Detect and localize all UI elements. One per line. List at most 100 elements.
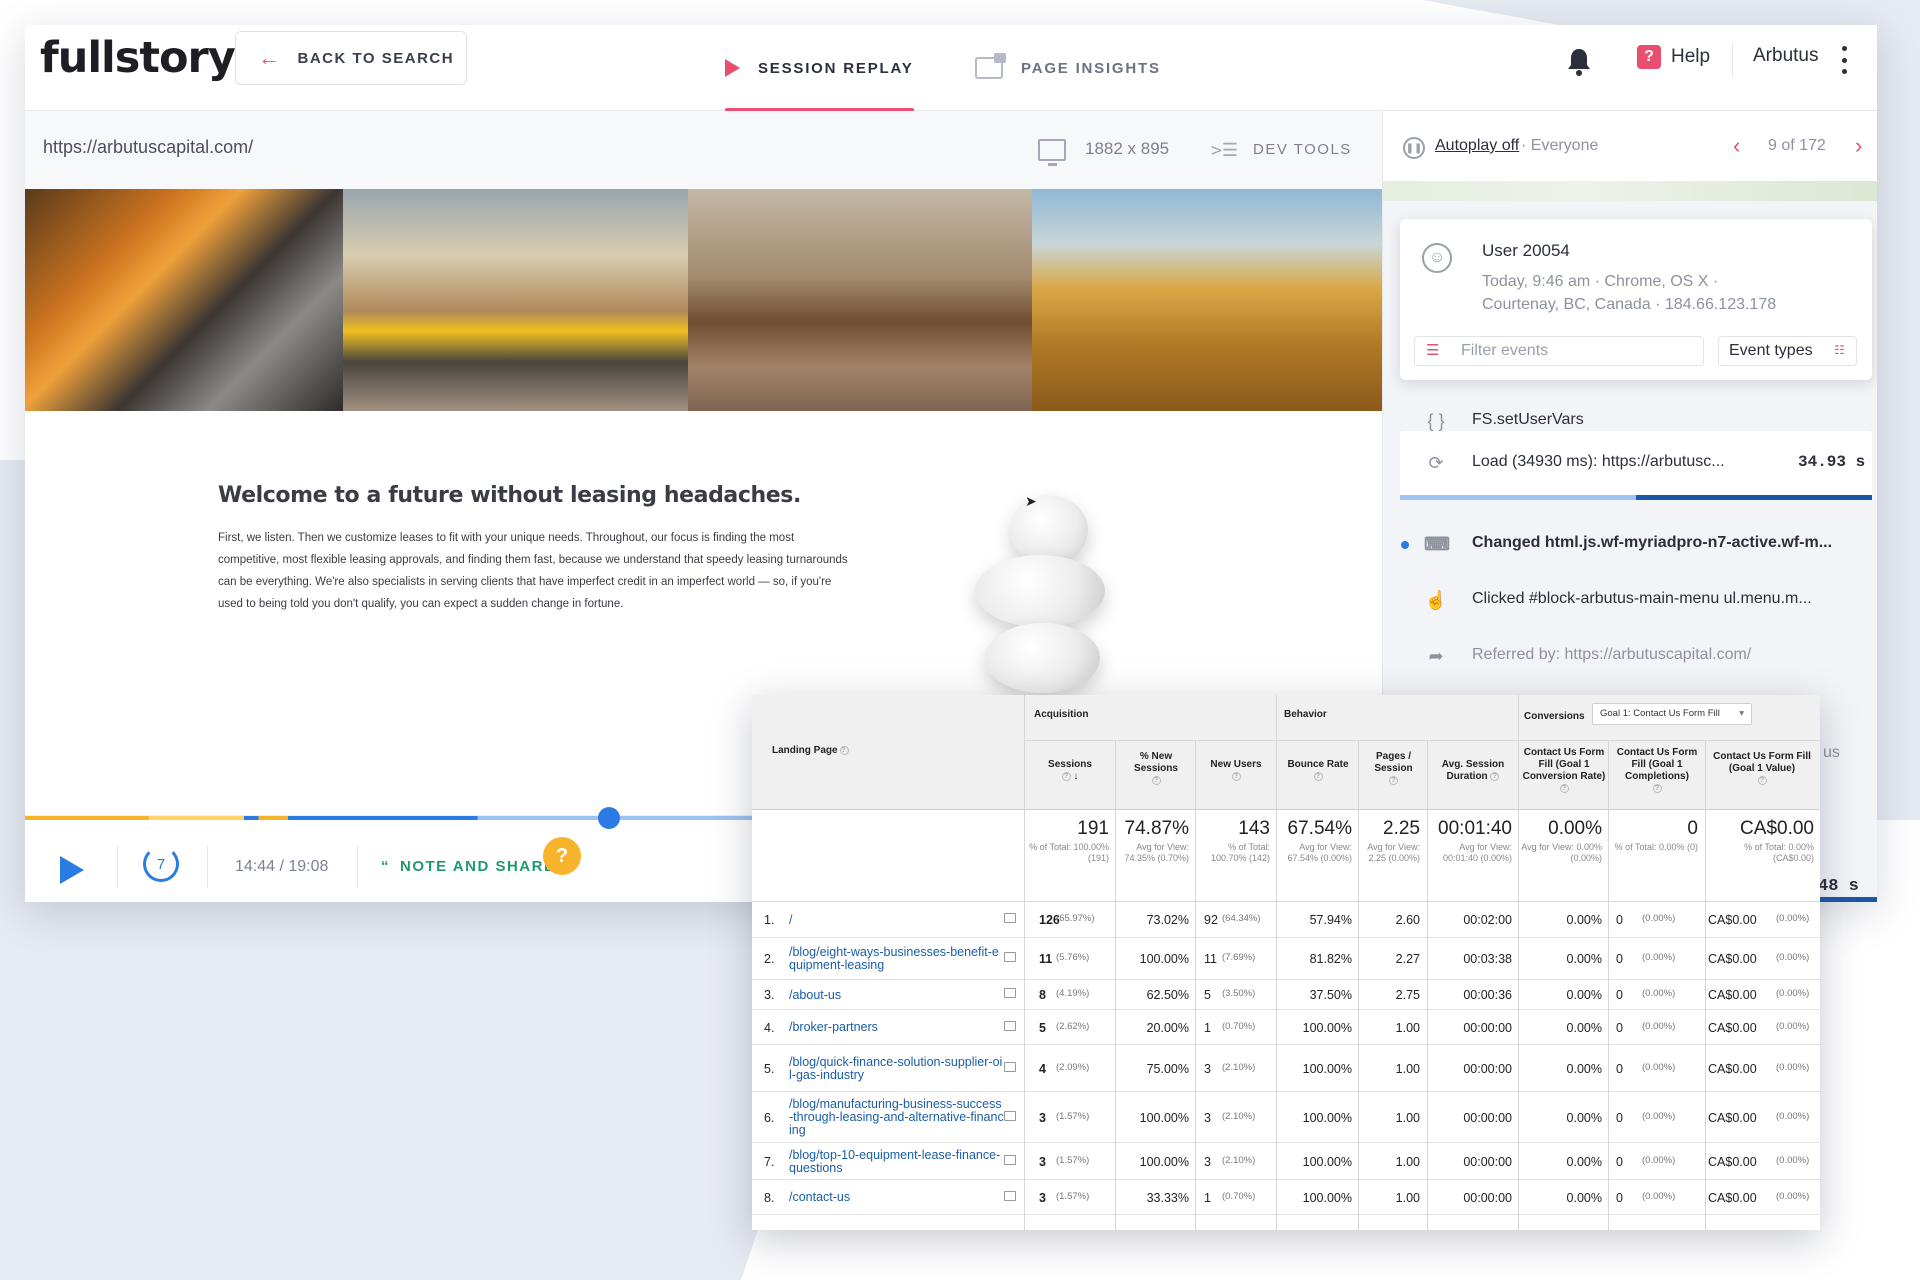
divider (117, 846, 118, 888)
goal-value: CA$0.00 (1708, 1190, 1757, 1205)
session-timeline[interactable] (25, 816, 755, 820)
more-options-icon[interactable] (1840, 46, 1848, 74)
session-details: Today, 9:46 am · Chrome, OS X · (1482, 273, 1719, 290)
pages-session-value: 2.60 (1395, 913, 1420, 927)
table-row[interactable]: 3. /about-us 8 (4.19%) 62.50% 5 (3.50%) 37.50% 2… (752, 980, 1820, 1010)
new-users-value: 3 (1204, 1110, 1211, 1125)
sessions-value: 3 (1039, 1110, 1046, 1125)
bounce-rate-value: 100.00% (1302, 1020, 1352, 1035)
landing-page-link[interactable]: /about-us (789, 988, 1004, 1002)
dev-tools-icon[interactable]: >☰ (1211, 140, 1238, 161)
column-divider (1358, 810, 1359, 1230)
timeline-scrubber[interactable] (598, 807, 620, 829)
rewind-7s-button[interactable]: 7 (143, 846, 179, 882)
audience-label: · Everyone (1521, 137, 1599, 154)
new-users-value: 1 (1204, 1190, 1211, 1205)
open-page-icon[interactable] (1004, 1190, 1016, 1201)
table-row[interactable]: 5. /blog/quick-finance-solution-supplier-… (752, 1045, 1820, 1092)
quote-icon: “ (381, 858, 390, 875)
col-pages-session[interactable]: Pages / Session? (1361, 751, 1426, 787)
help-bubble-button[interactable]: ? (543, 837, 581, 875)
new-users-value: 92 (1204, 913, 1218, 927)
pause-icon[interactable]: ❚❚ (1403, 137, 1425, 159)
col-landing-page[interactable]: Landing Page ? (772, 745, 850, 757)
table-row[interactable]: 7. /blog/top-10-equipment-lease-finance-q… (752, 1143, 1820, 1180)
col-sessions[interactable]: Sessions? ↓ (1029, 759, 1111, 783)
goal-value: CA$0.00 (1708, 1061, 1757, 1076)
total-value: 00:01:40 Avg for View: 00:01:40 (0.00%) (1438, 818, 1512, 863)
col-conversion-rate[interactable]: Contact Us Form Fill (Goal 1 Conversion … (1522, 747, 1606, 795)
total-value: 67.54% Avg for View: 67.54% (0.00%) (1287, 818, 1352, 863)
total-value: 74.87% Avg for View: 74.35% (0.70%) (1124, 818, 1189, 863)
landing-page-link[interactable]: /contact-us (789, 1191, 1004, 1204)
completions-percent: (0.00%) (1642, 988, 1676, 999)
filter-events-input[interactable]: Filter events (1414, 336, 1704, 366)
landing-page-link[interactable]: /blog/eight-ways-businesses-benefit-equi… (789, 946, 1004, 972)
landing-page-link[interactable]: /blog/top-10-equipment-lease-finance-que… (789, 1148, 1004, 1175)
user-avatar-icon: ☺ (1422, 243, 1452, 273)
tab-session-replay[interactable]: SESSION REPLAY (725, 25, 914, 112)
tab-page-insights[interactable]: PAGE INSIGHTS (975, 25, 1161, 111)
event-text-partial: us (1823, 744, 1840, 761)
back-to-search-button[interactable]: ← BACK TO SEARCH (235, 31, 467, 85)
landing-page-link[interactable]: /blog/quick-finance-solution-supplier-oi… (789, 1055, 1004, 1082)
total-value: CA$0.00% of Total: 0.00% (CA$0.00) (1740, 818, 1814, 863)
col-goal-value[interactable]: Contact Us Form Fill (Goal 1 Value)? (1708, 751, 1816, 787)
fullstory-logo[interactable]: fullstory (40, 33, 236, 83)
user-name[interactable]: User 20054 (1482, 241, 1570, 261)
total-value: 0% of Total: 0.00% (0) (1614, 818, 1698, 852)
conversion-rate-value: 0.00% (1566, 1110, 1602, 1125)
row-rank: 4. (764, 1020, 775, 1035)
col-new-users[interactable]: New Users? (1198, 759, 1274, 783)
col-bounce-rate[interactable]: Bounce Rate? (1279, 759, 1357, 783)
sessions-value: 5 (1039, 1020, 1046, 1035)
new-sessions-value: 33.33% (1146, 1190, 1189, 1205)
pills-image (950, 495, 1120, 715)
open-page-icon[interactable] (1004, 988, 1016, 998)
goal-select-dropdown[interactable]: Goal 1: Contact Us Form Fill ▾ (1592, 703, 1752, 725)
row-rank: 5. (764, 1061, 775, 1076)
monitor-icon (1038, 139, 1066, 166)
open-page-icon[interactable] (1004, 1110, 1016, 1121)
landing-page-link[interactable]: /blog/manufacturing-business-success-thr… (789, 1098, 1004, 1137)
landing-page-link[interactable]: / (789, 913, 1004, 927)
note-and-share-button[interactable]: “ NOTE AND SHARE (381, 858, 555, 875)
dev-tools-button[interactable]: DEV TOOLS (1253, 141, 1352, 158)
open-page-icon[interactable] (1004, 1154, 1016, 1165)
conversion-rate-value: 0.00% (1566, 1020, 1602, 1035)
table-row[interactable]: 1./126 (65.97%) 73.02% 92 (64.34%) 57.94% 2.60… (752, 902, 1820, 938)
hero-image-strip (25, 189, 1382, 411)
sessions-percent: (65.97%) (1056, 913, 1095, 924)
table-row[interactable]: 4. /broker-partners 5 (2.62%) 20.00% 1 (0.70%)… (752, 1010, 1820, 1045)
table-row[interactable]: 2. /blog/eight-ways-businesses-benefit-eq… (752, 938, 1820, 980)
previous-session-icon[interactable]: ‹ (1733, 133, 1740, 159)
page-body-text: First, we listen. Then we customize leas… (218, 532, 848, 610)
page-insights-icon (975, 53, 1006, 79)
session-url: https://arbutuscapital.com/ (43, 137, 254, 157)
report-totals-row: 191% of Total: 100.00% (191) 74.87% Avg fo… (752, 810, 1820, 902)
report-table-header: Landing Page ? Acquisition Behavior Conv… (752, 695, 1820, 810)
completions-value: 0 (1616, 1061, 1623, 1076)
play-button[interactable] (60, 856, 84, 884)
col-avg-session-duration[interactable]: Avg. Session Duration ? (1430, 759, 1516, 783)
open-page-icon[interactable] (1004, 952, 1016, 962)
col-new-sessions[interactable]: % New Sessions? (1118, 751, 1194, 787)
pages-session-value: 1.00 (1395, 1020, 1420, 1035)
event-text: FS.setUserVars (1472, 411, 1584, 428)
autoplay-toggle[interactable]: Autoplay off (1435, 137, 1519, 155)
table-row[interactable]: 6. /blog/manufacturing-business-success-t… (752, 1092, 1820, 1143)
open-page-icon[interactable] (1004, 913, 1016, 923)
col-completions[interactable]: Contact Us Form Fill (Goal 1 Completions… (1611, 747, 1703, 795)
click-hand-icon: ☝ (1424, 590, 1448, 610)
table-row[interactable]: 8. /contact-us 3 (1.57%) 33.33% 1 (0.70%) 100.0… (752, 1180, 1820, 1215)
open-page-icon[interactable] (1004, 1020, 1016, 1031)
landing-page-link[interactable]: /broker-partners (789, 1021, 1004, 1034)
pages-session-value: 1.00 (1395, 1190, 1420, 1205)
help-button[interactable]: ? Help (1637, 45, 1710, 69)
tab-label: SESSION REPLAY (758, 59, 914, 77)
goal-value-percent: (0.00%) (1776, 1190, 1810, 1202)
account-name[interactable]: Arbutus (1753, 45, 1818, 67)
open-page-icon[interactable] (1004, 1061, 1016, 1072)
bell-icon[interactable] (1567, 47, 1591, 77)
next-session-icon[interactable]: › (1855, 133, 1862, 159)
